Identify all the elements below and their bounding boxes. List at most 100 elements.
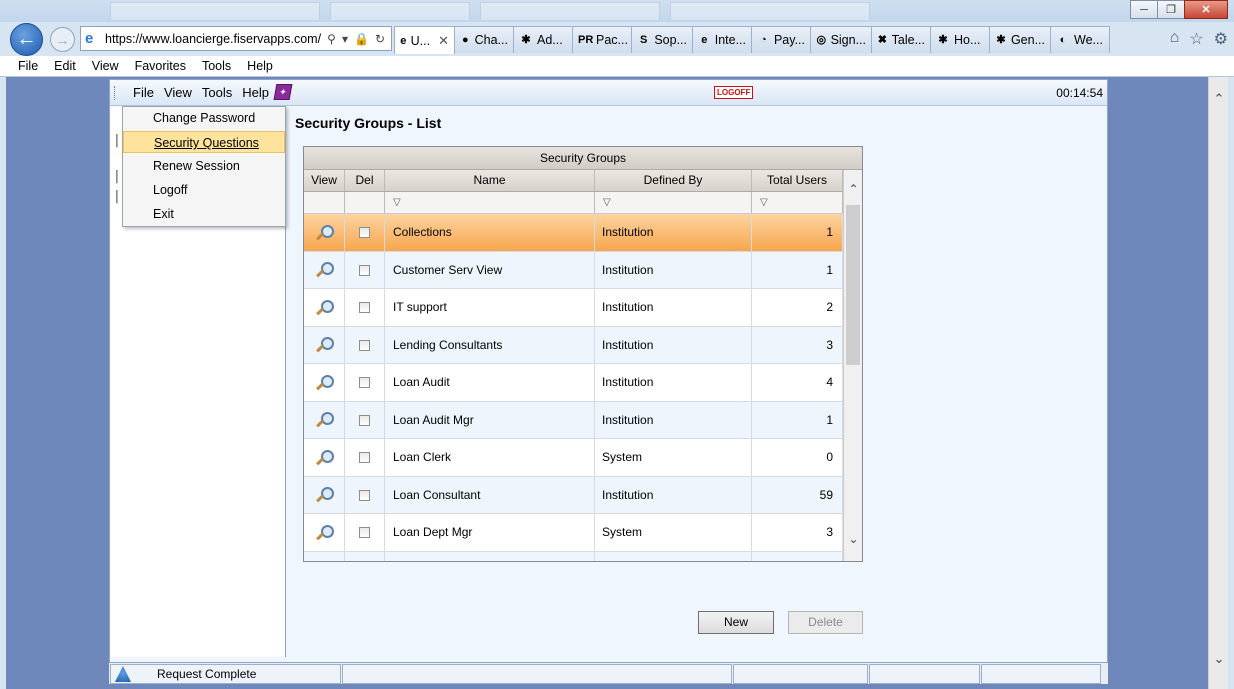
app-menu-help[interactable]: Help	[237, 85, 274, 100]
app-menu-view[interactable]: View	[159, 85, 197, 100]
new-button[interactable]: New	[698, 611, 774, 634]
delete-checkbox[interactable]	[359, 414, 370, 426]
grid-scrollbar[interactable]: ⌃ ⌄	[843, 170, 862, 561]
browser-tab[interactable]: S Sop...	[631, 26, 693, 53]
web-icon: ◐	[1059, 34, 1067, 46]
name-cell: Loan Audit	[385, 364, 595, 401]
page-scrollbar[interactable]: ⌃ ⌄	[1208, 77, 1228, 689]
browser-tab[interactable]: e Inte...	[692, 26, 752, 53]
magnifier-icon[interactable]	[315, 261, 334, 279]
scroll-up-icon[interactable]: ⌃	[1209, 91, 1229, 111]
address-bar[interactable]: e https://www.loancierge.fiservapps.com/…	[80, 26, 392, 51]
col-view[interactable]: View	[304, 170, 345, 191]
table-row[interactable]: Customer Serv View Institution 1	[304, 251, 843, 289]
col-del[interactable]: Del	[345, 170, 385, 191]
magnifier-icon[interactable]	[315, 449, 334, 467]
table-row[interactable]: Loan Dept Mgr System 3	[304, 514, 843, 552]
delete-checkbox[interactable]	[359, 452, 370, 464]
app-menu-file[interactable]: File	[128, 85, 159, 100]
browser-tab-label: Pac...	[596, 33, 628, 47]
lock-icon[interactable]: 🔒	[354, 32, 369, 46]
browser-tab[interactable]: ● Cha...	[454, 26, 514, 53]
logoff-item[interactable]: Logoff	[123, 179, 285, 201]
browser-tab[interactable]: ◎ Sign...	[810, 26, 872, 53]
view-cell	[304, 439, 345, 476]
app-menu-tools[interactable]: Tools	[197, 85, 237, 100]
forward-button[interactable]: →	[50, 27, 75, 52]
minimize-button[interactable]: ─	[1130, 0, 1158, 19]
magnifier-icon[interactable]	[315, 374, 334, 392]
col-defined-by[interactable]: Defined By	[595, 170, 752, 191]
browser-tab-label: Gen...	[1010, 33, 1045, 47]
browser-tab[interactable]: ✱ Ad...	[513, 26, 573, 53]
close-window-button[interactable]: ✕	[1184, 0, 1228, 19]
defined-by-cell: System	[595, 439, 752, 476]
sign-icon: ◎	[816, 34, 827, 46]
grid-scroll-down-icon[interactable]: ⌄	[844, 532, 862, 546]
menu-file[interactable]: File	[10, 59, 46, 73]
menu-help[interactable]: Help	[239, 59, 281, 73]
magnifier-icon[interactable]	[315, 336, 334, 354]
logoff-button[interactable]: LOGOFF	[714, 86, 754, 99]
refresh-icon[interactable]: ↻	[375, 32, 385, 46]
exit-item[interactable]: Exit	[123, 203, 285, 225]
magnifier-icon[interactable]	[315, 524, 334, 542]
back-button[interactable]: ←	[10, 23, 43, 56]
filter-icon[interactable]: ▽	[385, 192, 595, 213]
grid-scroll-up-icon[interactable]: ⌃	[844, 182, 862, 196]
browser-tab[interactable]: ✖ Tale...	[871, 26, 931, 53]
name-cell: Loan Consultant	[385, 476, 595, 513]
delete-checkbox[interactable]	[359, 339, 370, 351]
magnifier-icon[interactable]	[315, 299, 334, 317]
address-url[interactable]: https://www.loancierge.fiservapps.com/	[105, 32, 327, 46]
browser-tab[interactable]: ✱ Gen...	[989, 26, 1051, 53]
settings-gear-icon[interactable]: ⚙	[1214, 29, 1228, 49]
delete-checkbox[interactable]	[359, 302, 370, 314]
browser-tab[interactable]: ✱ Ho...	[930, 26, 990, 53]
menu-view[interactable]: View	[84, 59, 127, 73]
delete-checkbox[interactable]	[359, 227, 370, 239]
home-icon[interactable]: ⌂	[1170, 29, 1180, 49]
magnifier-icon[interactable]	[315, 486, 334, 504]
scroll-down-icon[interactable]: ⌄	[1209, 651, 1229, 671]
view-cell	[304, 251, 345, 288]
table-row[interactable]: Lending Consultants Institution 3	[304, 326, 843, 364]
menu-edit[interactable]: Edit	[46, 59, 84, 73]
table-row[interactable]: Loan Audit Institution 4	[304, 364, 843, 402]
dropdown-icon[interactable]: ▾	[342, 32, 348, 46]
delete-checkbox[interactable]	[359, 377, 370, 389]
menu-tools[interactable]: Tools	[194, 59, 239, 73]
delete-checkbox[interactable]	[359, 489, 370, 501]
browser-tab[interactable]: ◐ We...	[1050, 26, 1110, 53]
maximize-button[interactable]: ❐	[1157, 0, 1185, 19]
col-name[interactable]: Name	[385, 170, 595, 191]
delete-checkbox[interactable]	[359, 264, 370, 276]
browser-tab[interactable]: PR Pac...	[572, 26, 632, 53]
col-total-users[interactable]: Total Users	[752, 170, 843, 191]
filter-icon[interactable]: ▽	[595, 192, 752, 213]
menu-favorites[interactable]: Favorites	[127, 59, 194, 73]
search-icon[interactable]: ⚲	[327, 32, 336, 46]
table-row[interactable]: Collections Institution 1	[304, 214, 843, 252]
table-row[interactable]: Loan Clerk System 0	[304, 439, 843, 477]
browser-tab[interactable]: ◔ Pay...	[751, 26, 811, 53]
favorites-star-icon[interactable]: ☆	[1189, 29, 1203, 49]
browser-title-strip: ─ ❐ ✕	[0, 0, 1234, 22]
browser-menu-bar: File Edit View Favorites Tools Help	[0, 56, 1234, 77]
filter-icon[interactable]: ▽	[752, 192, 843, 213]
table-row[interactable]: IT support Institution 2	[304, 289, 843, 327]
magnifier-icon[interactable]	[315, 411, 334, 429]
grid-scroll-thumb[interactable]	[846, 205, 860, 365]
delete-checkbox[interactable]	[359, 527, 370, 539]
renew-session-item[interactable]: Renew Session	[123, 155, 285, 177]
security-questions-item[interactable]: Security Questions	[123, 131, 285, 153]
help-book-icon[interactable]: ✦	[273, 84, 293, 100]
table-row[interactable]: Loan Consultant Institution 59	[304, 476, 843, 514]
change-password-item[interactable]: Change Password	[123, 107, 285, 129]
table-row[interactable]: Loan Audit Mgr Institution 1	[304, 401, 843, 439]
close-tab-icon[interactable]: ✕	[438, 33, 449, 49]
browser-tab[interactable]: e U... ✕	[394, 26, 455, 54]
total-users-cell: 59	[752, 476, 843, 513]
magnifier-icon[interactable]	[315, 224, 334, 242]
delete-button[interactable]: Delete	[788, 611, 863, 634]
